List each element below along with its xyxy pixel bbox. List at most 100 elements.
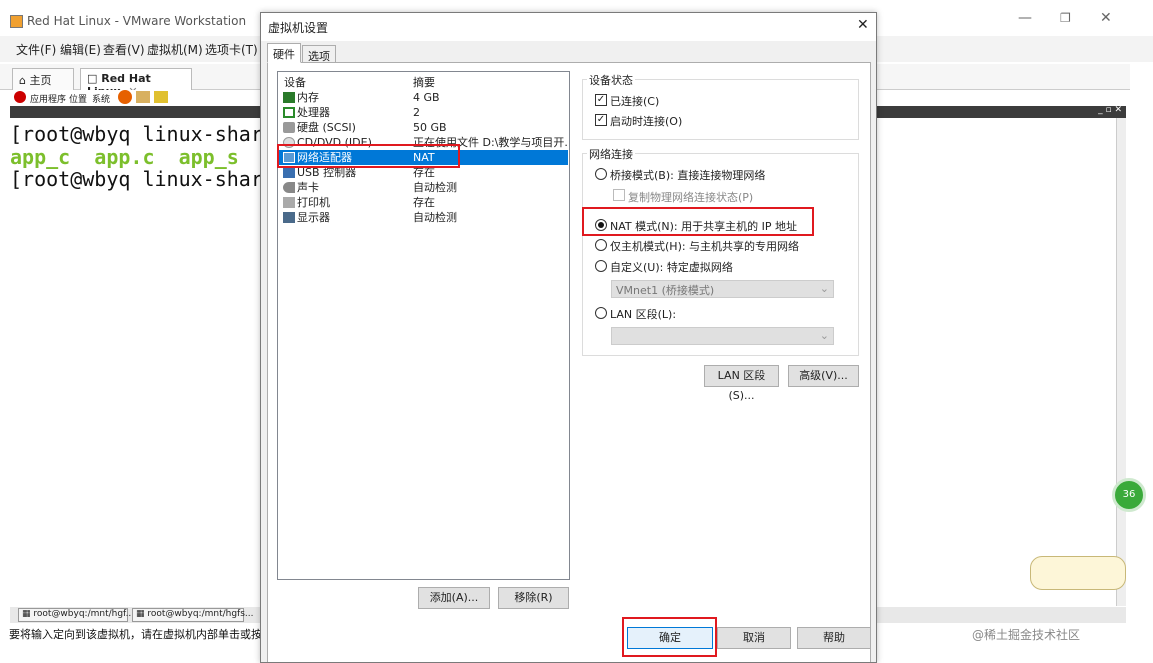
- bridged-label[interactable]: 桥接模式(B): 直接连接物理网络: [610, 167, 765, 183]
- menu-edit[interactable]: 编辑(E): [60, 41, 101, 58]
- cpu-icon: [283, 107, 295, 118]
- side-badge[interactable]: 36: [1112, 478, 1146, 512]
- connect-on-start-label[interactable]: 启动时连接(O): [610, 113, 682, 129]
- taskbar-item[interactable]: ▦ root@wbyq:/mnt/hgf...: [18, 608, 134, 622]
- host-only-label[interactable]: 仅主机模式(H): 与主机共享的专用网络: [610, 238, 799, 254]
- device-row-sound[interactable]: 声卡 自动检测: [279, 180, 568, 195]
- tab-label: 硬件: [273, 48, 295, 61]
- lan-segment-select[interactable]: ⌄: [611, 327, 834, 345]
- bridged-radio[interactable]: [595, 168, 607, 180]
- mail-icon[interactable]: [136, 91, 150, 103]
- device-name: 打印机: [297, 196, 330, 209]
- terminal-icon: ▦: [22, 609, 31, 619]
- terminal-icon: ▦: [136, 609, 145, 619]
- chevron-down-icon: ⌄: [819, 282, 829, 295]
- custom-network-select[interactable]: VMnet1 (桥接模式) ⌄: [611, 280, 834, 298]
- device-row-processor[interactable]: 处理器 2: [279, 105, 568, 120]
- firefox-icon[interactable]: [118, 90, 132, 104]
- lan-segment-label[interactable]: LAN 区段(L):: [610, 306, 676, 322]
- device-row-memory[interactable]: 内存 4 GB: [279, 90, 568, 105]
- close-icon[interactable]: ✕: [1100, 10, 1112, 26]
- button-label: 高级(V)...: [799, 369, 848, 382]
- device-summary: 4 GB: [413, 91, 440, 104]
- header-device: 设备: [284, 76, 306, 89]
- device-name: 硬盘 (SCSI): [297, 121, 356, 134]
- monitor-icon: [283, 212, 295, 223]
- highlight-box-network-adapter: [277, 144, 460, 168]
- advanced-button[interactable]: 高级(V)...: [788, 365, 859, 387]
- menu-tabs[interactable]: 选项卡(T): [205, 41, 258, 58]
- button-label: 添加(A)...: [429, 591, 479, 604]
- console-line: app_c app.c app_s g: [10, 145, 275, 169]
- connected-checkbox[interactable]: ✓: [595, 94, 607, 106]
- console-window-controls[interactable]: _ ▫ ✕: [1098, 105, 1122, 115]
- printer-icon: [283, 197, 295, 208]
- taskbar-item-label: root@wbyq:/mnt/hgf...: [33, 609, 135, 619]
- console-line: [root@wbyq linux-share: [10, 167, 275, 191]
- header-summary: 摘要: [413, 76, 435, 89]
- remove-device-button[interactable]: 移除(R): [498, 587, 569, 609]
- console-scrollbar[interactable]: [1116, 118, 1126, 606]
- vm-icon: □: [87, 72, 98, 85]
- chevron-down-icon: ⌄: [819, 329, 829, 342]
- highlight-box-ok: [622, 617, 717, 657]
- sound-icon: [283, 182, 295, 193]
- custom-radio[interactable]: [595, 260, 607, 272]
- add-device-button[interactable]: 添加(A)...: [418, 587, 490, 609]
- connect-on-start-checkbox[interactable]: ✓: [595, 114, 607, 126]
- device-name: 声卡: [297, 181, 319, 194]
- group-label: 网络连接: [587, 146, 635, 162]
- tab-red-hat-linux[interactable]: □ Red Hat Linux ✕: [80, 68, 192, 98]
- replicate-state-checkbox[interactable]: [613, 189, 625, 201]
- device-summary: 50 GB: [413, 121, 447, 134]
- tab-hardware[interactable]: 硬件: [267, 43, 301, 63]
- device-summary: 自动检测: [413, 211, 457, 224]
- dialog-title-bar: 虚拟机设置 ✕: [261, 13, 876, 41]
- toolbar-system[interactable]: 系统: [92, 92, 110, 105]
- disk-icon: [283, 122, 295, 133]
- device-row-printer[interactable]: 打印机 存在: [279, 195, 568, 210]
- taskbar-item[interactable]: ▦ root@wbyq:/mnt/hgfs...: [132, 608, 254, 622]
- dialog-title: 虚拟机设置: [268, 21, 329, 35]
- device-status-group: 设备状态 ✓ 已连接(C) ✓ 启动时连接(O): [582, 72, 859, 140]
- lan-segments-button[interactable]: LAN 区段(S)...: [704, 365, 779, 402]
- device-row-display[interactable]: 显示器 自动检测: [279, 210, 568, 225]
- menu-file[interactable]: 文件(F): [16, 41, 56, 58]
- device-row-hard-disk[interactable]: 硬盘 (SCSI) 50 GB: [279, 120, 568, 135]
- device-name: 内存: [297, 91, 319, 104]
- device-name: 处理器: [297, 106, 330, 119]
- minimize-icon[interactable]: —: [1018, 10, 1032, 26]
- vm-settings-dialog: 虚拟机设置 ✕ 硬件 选项 设备 摘要 内存 4 GB 处理器 2 硬盘 (SC…: [260, 12, 877, 663]
- memory-icon: [283, 92, 295, 103]
- device-summary: 自动检测: [413, 181, 457, 194]
- help-button[interactable]: 帮助: [797, 627, 871, 649]
- device-summary: 存在: [413, 196, 435, 209]
- vmware-logo-icon: [10, 15, 23, 28]
- tab-options[interactable]: 选项: [302, 45, 336, 63]
- home-icon: ⌂: [19, 74, 26, 87]
- restore-icon[interactable]: ❐: [1060, 11, 1071, 25]
- connected-label[interactable]: 已连接(C): [610, 93, 659, 109]
- menu-view[interactable]: 查看(V): [103, 41, 145, 58]
- custom-label[interactable]: 自定义(U): 特定虚拟网络: [610, 259, 733, 275]
- dialog-close-icon[interactable]: ✕: [857, 17, 869, 33]
- window-title: Red Hat Linux - VMware Workstation: [27, 14, 247, 28]
- watermark-text: @稀土掘金技术社区: [972, 628, 1081, 642]
- toolbar-applications[interactable]: 应用程序: [30, 92, 66, 105]
- edit-icon[interactable]: [154, 91, 168, 103]
- taskbar-item-label: root@wbyq:/mnt/hgfs...: [147, 609, 254, 619]
- menu-vm[interactable]: 虚拟机(M): [147, 41, 203, 58]
- toolbar-places[interactable]: 位置: [69, 92, 87, 105]
- cancel-button[interactable]: 取消: [717, 627, 791, 649]
- host-only-radio[interactable]: [595, 239, 607, 251]
- select-value: VMnet1 (桥接模式): [616, 284, 715, 297]
- side-badge-label: 36: [1122, 489, 1136, 500]
- console-line: [root@wbyq linux-share: [10, 122, 275, 146]
- network-connection-group: 网络连接 桥接模式(B): 直接连接物理网络 复制物理网络连接状态(P) NAT…: [582, 146, 859, 356]
- lan-segment-radio[interactable]: [595, 307, 607, 319]
- replicate-state-label[interactable]: 复制物理网络连接状态(P): [628, 189, 753, 205]
- button-label: 帮助: [823, 631, 845, 644]
- tab-home[interactable]: ⌂ 主页 ✕: [12, 68, 74, 101]
- highlight-box-nat-mode: [582, 207, 814, 236]
- button-label: 取消: [743, 631, 765, 644]
